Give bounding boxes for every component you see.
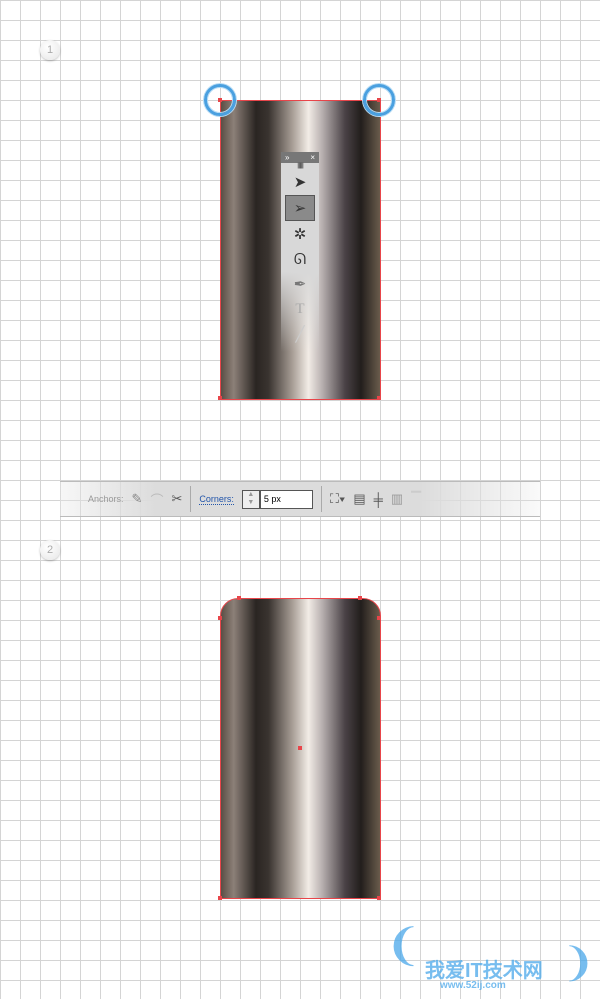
anchors-label: Anchors: [88,494,124,504]
transform-dropdown-icon[interactable]: ⛶▾ [330,491,345,507]
align-center-icon[interactable]: ╪ [374,492,383,507]
stepper-down-icon[interactable]: ▼ [247,499,254,506]
tools-panel: » × |||||||||| ➤ ➢ ✲ ᘏ ✒ T ╱ [281,152,319,352]
lasso-tool-icon[interactable]: ᘏ [285,247,315,271]
pen-tool-icon[interactable]: ✒ [285,272,315,296]
wing-icon: ❨ [385,921,422,970]
center-point [298,746,302,750]
anchor-point[interactable] [358,596,362,600]
cut-path-icon[interactable]: ✂ [171,491,182,507]
wing-icon: ❩ [561,941,595,985]
step-badge-1: 1 [40,40,60,60]
anchor-point[interactable] [218,396,222,400]
align-left-icon[interactable]: ▤ [353,491,365,507]
panel-grip[interactable]: |||||||||| [281,163,319,169]
highlight-circle [363,84,395,116]
anchor-point[interactable] [377,616,381,620]
corners-input[interactable]: 5 px [259,489,313,509]
direct-selection-tool-icon[interactable]: ➢ [285,195,315,221]
anchor-point[interactable] [218,616,222,620]
anchor-point[interactable] [377,896,381,900]
anchor-point[interactable] [237,596,241,600]
watermark-logo: ❨ ❩ 我爱IT技术网 www.52ij.com [380,920,600,995]
control-bar: Anchors: ✎ ⌒ ✂ Corners: ▲ ▼ 5 px ⛶▾ ▤ ╪ ▥… [60,481,540,517]
selection-tool-icon[interactable]: ➤ [285,170,315,194]
magic-wand-tool-icon[interactable]: ✲ [285,222,315,246]
close-icon[interactable]: × [310,152,315,163]
divider [320,486,322,512]
align-top-icon[interactable]: ▔ [411,491,421,507]
line-tool-icon[interactable]: ╱ [285,322,315,346]
stepper-up-icon[interactable]: ▲ [247,491,254,498]
watermark-url: www.52ij.com [440,980,506,991]
step-badge-2: 2 [40,540,60,560]
panel-header[interactable]: » × [281,152,319,163]
smooth-anchor-icon[interactable]: ⌒ [150,490,163,509]
highlight-circle [204,84,236,116]
corners-stepper[interactable]: ▲ ▼ [241,489,260,509]
convert-anchor-icon[interactable]: ✎ [132,491,143,507]
watermark-title: 我爱IT技术网 [425,960,543,982]
anchor-point[interactable] [377,396,381,400]
corners-label[interactable]: Corners: [199,494,234,505]
divider [190,486,192,512]
anchor-point[interactable] [218,896,222,900]
align-right-icon[interactable]: ▥ [391,491,403,507]
type-tool-icon[interactable]: T [285,297,315,321]
collapse-icon[interactable]: » [285,152,289,163]
